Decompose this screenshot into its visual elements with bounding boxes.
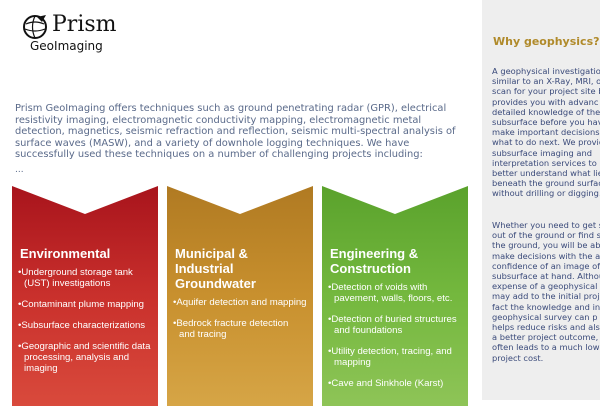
list-item: Underground storage tank (UST) investiga… — [18, 267, 152, 289]
card-engineering: Engineering & Construction Detection of … — [322, 186, 468, 406]
card-engineering-title: Engineering & Construction — [330, 246, 419, 276]
list-item: Bedrock fracture detection and tracing — [173, 318, 307, 340]
company-logo[interactable]: Prism GeoImaging — [22, 12, 132, 57]
logo-name: Prism — [52, 12, 117, 37]
intro-ellipsis: ... — [15, 165, 24, 175]
card-engineering-list: Detection of voids with pavement, walls,… — [328, 282, 462, 389]
card-environmental-list: Underground storage tank (UST) investiga… — [18, 267, 152, 374]
list-item: Utility detection, tracing, and mapping — [328, 346, 462, 368]
globe-logo-icon — [23, 15, 47, 39]
card-municipal-list: Aquifer detection and mapping Bedrock fr… — [173, 297, 307, 340]
list-item: Geographic and scientific data processin… — [18, 341, 152, 374]
card-environmental: Environmental Underground storage tank (… — [12, 186, 158, 406]
list-item: Contaminant plume mapping — [18, 299, 152, 310]
list-item: Aquifer detection and mapping — [173, 297, 307, 308]
list-item: Detection of buried structures and found… — [328, 314, 462, 336]
card-municipal: Municipal & Industrial Groundwater Aquif… — [167, 186, 313, 406]
main-content: Prism GeoImaging Prism GeoImaging offers… — [0, 0, 482, 406]
sidebar-paragraph-2: Whether you need to get so out of the gr… — [492, 220, 600, 363]
sidebar-title: Why geophysics? — [493, 35, 600, 49]
card-environmental-title: Environmental — [20, 246, 111, 261]
logo-subtitle: GeoImaging — [30, 39, 103, 53]
intro-paragraph: Prism GeoImaging offers techniques such … — [15, 103, 456, 161]
card-municipal-title: Municipal & Industrial Groundwater — [175, 246, 256, 291]
list-item: Cave and Sinkhole (Karst) — [328, 378, 462, 389]
sidebar: Why geophysics? A geophysical investigat… — [482, 0, 600, 400]
sidebar-paragraph-1: A geophysical investigation similar to a… — [492, 66, 600, 199]
list-item: Subsurface characterizations — [18, 320, 152, 331]
list-item: Detection of voids with pavement, walls,… — [328, 282, 462, 304]
